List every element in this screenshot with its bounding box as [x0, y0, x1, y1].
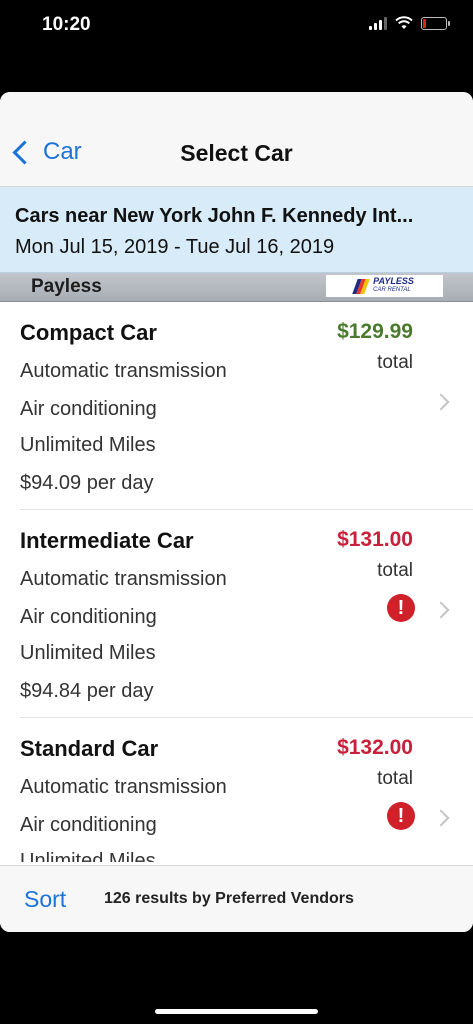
rental-dates: Mon Jul 15, 2019 - Tue Jul 16, 2019	[15, 236, 335, 258]
car-feature: Automatic transmission	[20, 360, 227, 382]
car-row-intermediate[interactable]: Intermediate Car Automatic transmission …	[20, 510, 473, 718]
chevron-right-icon	[432, 601, 450, 619]
car-feature: Air conditioning	[20, 398, 157, 420]
car-feature: Unlimited Miles	[20, 434, 156, 456]
status-icons	[369, 16, 450, 30]
chevron-right-icon	[432, 809, 450, 827]
car-price: $129.99	[337, 320, 413, 343]
car-feature: Unlimited Miles	[20, 642, 156, 664]
vendor-name: Payless	[31, 276, 102, 297]
payless-logo: PAYLESS CAR RENTAL	[326, 275, 443, 297]
price-total-label: total	[377, 560, 413, 581]
exclamation-circle-icon: !	[387, 802, 415, 830]
car-name: Standard Car	[20, 736, 159, 761]
car-feature: Air conditioning	[20, 606, 157, 628]
location-banner: Cars near New York John F. Kennedy Int..…	[0, 187, 473, 273]
sort-button[interactable]: Sort	[24, 886, 66, 913]
bottom-toolbar: Sort 126 results by Preferred Vendors	[0, 865, 473, 932]
daily-rate: $94.09 per day	[20, 472, 154, 494]
car-name: Intermediate Car	[20, 528, 194, 553]
car-feature: Air conditioning	[20, 814, 157, 836]
daily-rate: $94.84 per day	[20, 680, 154, 702]
car-feature: Unlimited Miles	[20, 850, 156, 862]
page-title: Select Car	[180, 140, 293, 166]
car-feature: Automatic transmission	[20, 568, 227, 590]
select-car-sheet: Car Select Car Cars near New York John F…	[0, 92, 473, 932]
car-list[interactable]: Compact Car Automatic transmission Air c…	[0, 302, 473, 862]
exclamation-circle-icon: !	[387, 594, 415, 622]
wifi-icon	[395, 16, 413, 29]
car-row-standard[interactable]: Standard Car Automatic transmission Air …	[20, 718, 473, 862]
battery-icon	[421, 16, 450, 30]
location-title: Cars near New York John F. Kennedy Int..…	[15, 205, 414, 227]
car-price: $131.00	[337, 528, 413, 551]
chevron-right-icon	[432, 393, 450, 411]
navigation-bar: Car Select Car	[0, 92, 473, 187]
car-row-compact[interactable]: Compact Car Automatic transmission Air c…	[20, 302, 473, 510]
car-price: $132.00	[337, 736, 413, 759]
results-count: 126 results by Preferred Vendors	[104, 890, 354, 907]
car-name: Compact Car	[20, 320, 157, 345]
status-bar: 10:20	[0, 0, 473, 60]
vendor-header: Payless PAYLESS CAR RENTAL	[0, 273, 473, 302]
price-total-label: total	[377, 352, 413, 373]
signal-icon	[369, 16, 387, 30]
status-time: 10:20	[42, 14, 91, 35]
price-total-label: total	[377, 768, 413, 789]
car-feature: Automatic transmission	[20, 776, 227, 798]
home-indicator[interactable]	[155, 1009, 318, 1014]
